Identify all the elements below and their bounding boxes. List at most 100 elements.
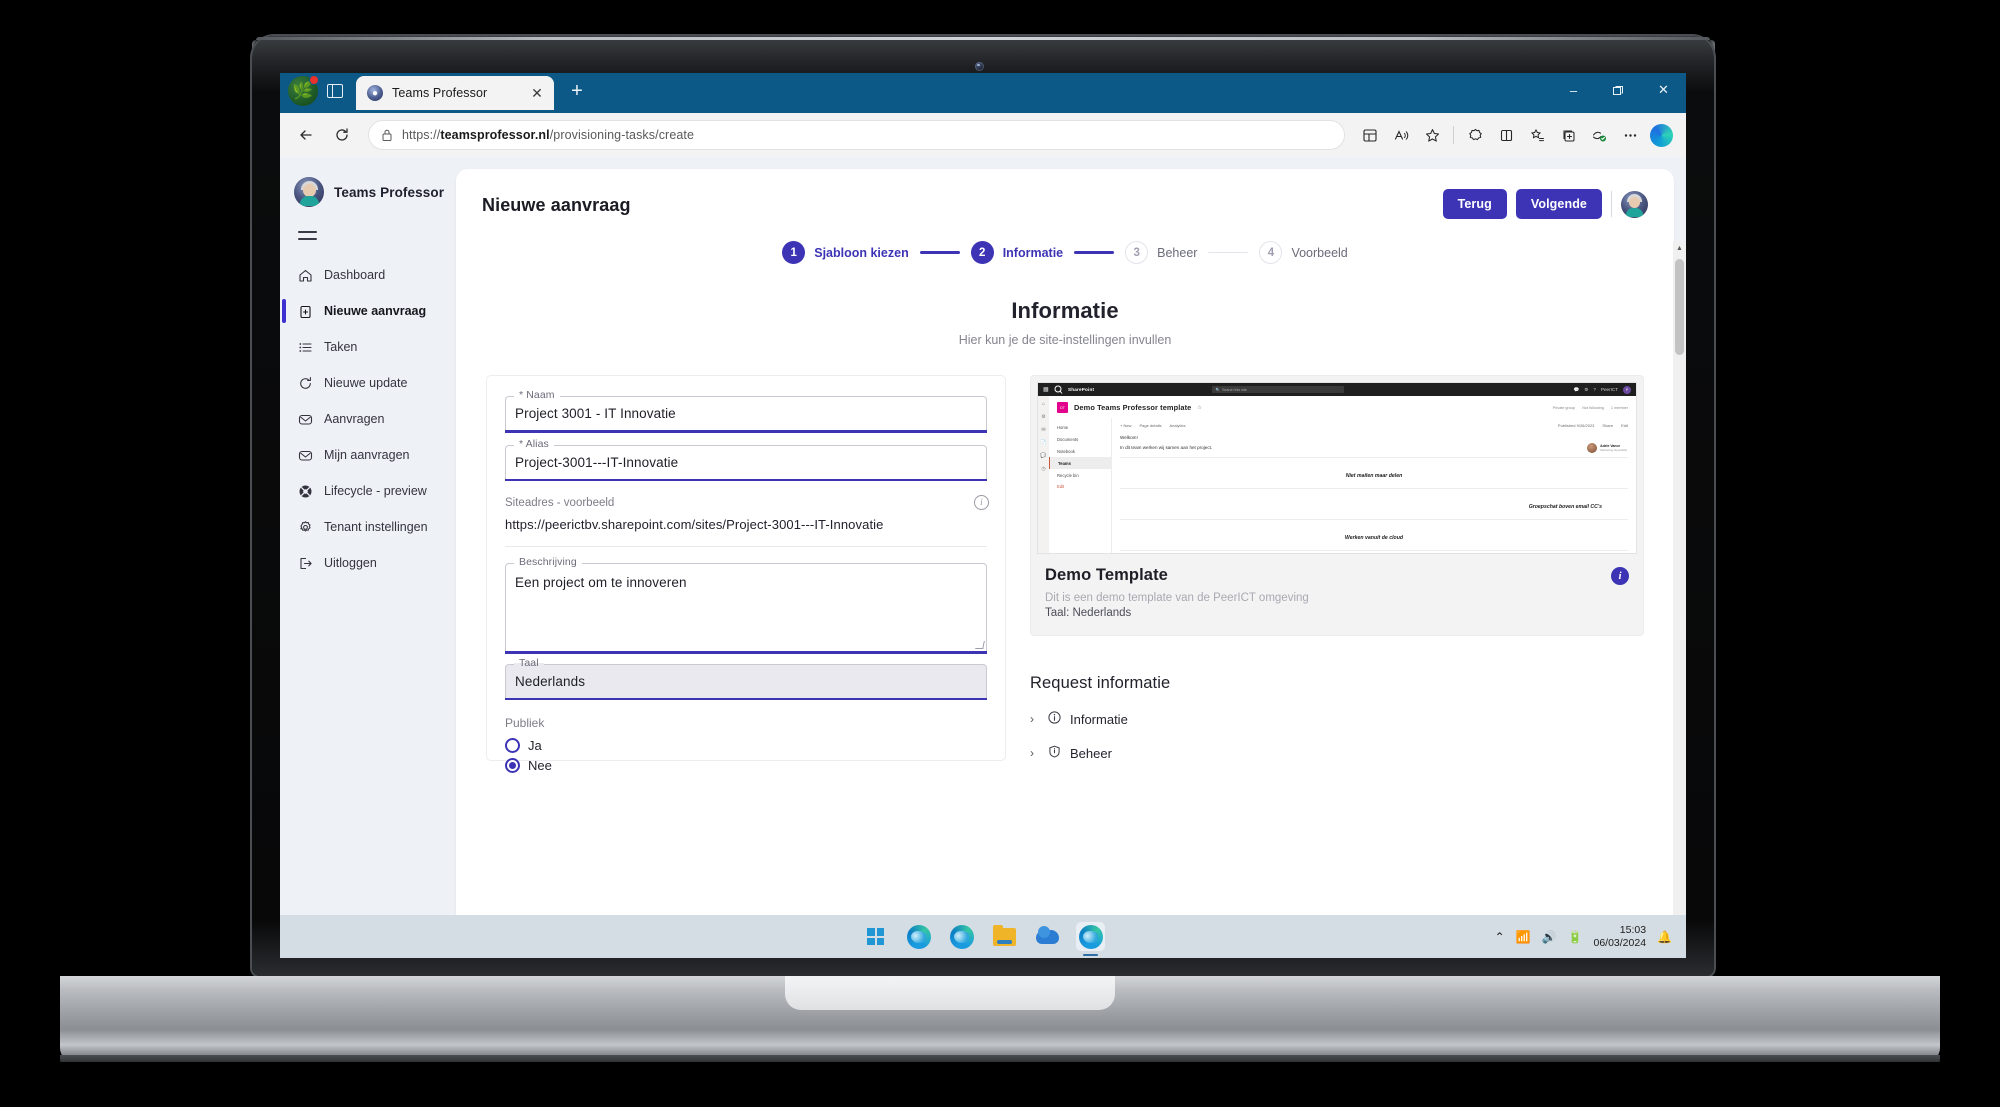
step-number: 3 (1125, 241, 1149, 264)
cmd-edit: Edit (1621, 423, 1628, 428)
split-screen-collections-icon[interactable] (1355, 120, 1385, 150)
logout-icon (298, 556, 313, 571)
radio-button-nee[interactable] (505, 758, 520, 773)
start-button[interactable] (861, 922, 890, 951)
template-info-icon[interactable]: i (1611, 567, 1629, 585)
step-1[interactable]: 1 Sjabloon kiezen (782, 241, 909, 264)
request-info-row-informatie[interactable]: › Informatie (1030, 711, 1644, 727)
tab-favicon: ● (367, 85, 383, 101)
beschrijving-textarea[interactable]: Een project om te innoveren (505, 563, 987, 651)
new-tab-button[interactable]: + (562, 77, 592, 107)
volume-icon[interactable]: 🔊 (1542, 930, 1557, 944)
next-step-button[interactable]: Volgende (1515, 189, 1602, 219)
publiek-option-ja[interactable]: Ja (505, 738, 987, 753)
clock[interactable]: 15:03 06/03/2024 (1593, 924, 1646, 950)
sidebar-item-lifecycle-preview[interactable]: Lifecycle - preview (280, 473, 452, 509)
taskbar-edge-work[interactable] (904, 922, 933, 951)
request-info-row-beheer[interactable]: › Beheer (1030, 745, 1644, 761)
step-4[interactable]: 4 Voorbeeld (1259, 241, 1348, 264)
scroll-up-arrow-icon[interactable]: ▲ (1673, 241, 1686, 256)
taskbar-edge-active[interactable] (1076, 922, 1105, 956)
sidebar-toggle-button[interactable] (280, 213, 452, 255)
info-circle-icon[interactable]: i (974, 495, 989, 510)
step-3[interactable]: 3 Beheer (1125, 241, 1197, 264)
back-button[interactable] (290, 119, 322, 151)
battery-icon[interactable]: 🔋 (1568, 930, 1583, 944)
taskbar-onedrive[interactable] (1033, 922, 1062, 951)
taskbar-edge[interactable] (947, 922, 976, 951)
favorite-star-icon[interactable] (1417, 120, 1447, 150)
browser-security-check-icon[interactable] (1584, 120, 1614, 150)
hamburger-line (298, 238, 317, 240)
template-card[interactable]: ▦ SharePoint 🔍 Search this site 💬 ⚙ ? Pe… (1030, 375, 1644, 636)
sidebar-item-taken[interactable]: Taken (280, 329, 452, 365)
search-icon: 🔍 (1215, 387, 1221, 392)
avatar-body (1626, 207, 1643, 217)
tab-actions-button[interactable] (320, 76, 350, 106)
read-aloud-icon[interactable] (1386, 120, 1416, 150)
beschrijving-value: Een project om te innoveren (515, 575, 687, 590)
title-bar-left-group: 🌿 ● Teams Professor ✕ + (280, 73, 592, 113)
taskbar-file-explorer[interactable] (990, 922, 1019, 951)
rail-mail-icon: ✉ (1041, 427, 1046, 433)
app-brand: Teams Professor (280, 171, 452, 213)
radio-button-ja[interactable] (505, 738, 520, 753)
tray-chevron-up-icon[interactable]: ⌃ (1495, 930, 1505, 944)
naam-field[interactable]: * Naam Project 3001 - IT Innovatie (505, 389, 987, 433)
browser-profile-button[interactable]: 🌿 (288, 74, 319, 106)
header-actions: Terug Volgende (1442, 189, 1648, 219)
step-connector (919, 251, 960, 254)
sidebar-item-nieuwe-update[interactable]: Nieuwe update (280, 365, 452, 401)
copilot-button[interactable] (1646, 120, 1676, 150)
split-screen-icon[interactable] (1491, 120, 1521, 150)
browser-essentials-icon[interactable] (1460, 120, 1490, 150)
sharepoint-site-area: DT Demo Teams Professor template ☆ Priva… (1049, 396, 1636, 553)
user-avatar[interactable] (1621, 190, 1648, 218)
sidebar-item-mijn-aanvragen[interactable]: Mijn aanvragen (280, 437, 452, 473)
collections-add-icon[interactable] (1553, 120, 1583, 150)
step-number: 1 (782, 241, 806, 264)
beschrijving-field[interactable]: Beschrijving Een project om te innoveren (505, 556, 987, 654)
taal-field[interactable]: Taal Nederlands (505, 656, 987, 700)
alias-input[interactable]: Project-3001---IT-Innovatie (505, 444, 987, 479)
chevron-right-icon: › (1030, 712, 1034, 726)
browser-settings-menu-icon[interactable] (1615, 120, 1645, 150)
resize-handle-icon[interactable] (975, 641, 985, 649)
alias-field[interactable]: * Alias Project-3001---IT-Innovatie (505, 437, 987, 481)
sidebar-item-nieuwe-aanvraag[interactable]: Nieuwe aanvraag (280, 293, 452, 329)
site-header-meta: Private group Not following 1 member (1553, 406, 1628, 410)
favorites-list-icon[interactable] (1522, 120, 1552, 150)
naam-input[interactable]: Project 3001 - IT Innovatie (505, 396, 987, 430)
close-tab-icon[interactable]: ✕ (528, 84, 546, 102)
notifications-icon[interactable]: 🔔 (1657, 930, 1672, 944)
sidebar-item-tenant-instellingen[interactable]: Tenant instellingen (280, 509, 452, 545)
request-info-label: Beheer (1070, 745, 1112, 761)
sidebar-item-dashboard[interactable]: Dashboard (280, 257, 452, 293)
wifi-icon[interactable]: 📶 (1516, 930, 1531, 944)
content-header: Nieuwe aanvraag Terug Volgende (482, 189, 1648, 219)
sidebar-item-aanvragen[interactable]: Aanvragen (280, 401, 452, 437)
onedrive-icon (1036, 925, 1059, 944)
publiek-option-nee[interactable]: Nee (505, 758, 987, 773)
scrollbar-thumb[interactable] (1675, 259, 1684, 355)
section-title: Informatie (1011, 298, 1119, 323)
taal-select[interactable]: Nederlands (505, 663, 987, 698)
sidebar-item-label: Dashboard (324, 268, 386, 282)
page-welcome-text: Welkom! (1120, 435, 1138, 440)
site-members: 1 member (1610, 405, 1628, 410)
address-bar[interactable]: https://teamsprofessor.nl/provisioning-t… (368, 120, 1345, 150)
page-scrollbar[interactable]: ▲ ▼ (1673, 241, 1686, 958)
site-privacy: Private group (1552, 405, 1576, 410)
back-step-button[interactable]: Terug (1442, 189, 1507, 219)
request-info-title: Request informatie (1030, 674, 1171, 692)
browser-tab[interactable]: ● Teams Professor ✕ (356, 76, 554, 110)
reload-button[interactable] (326, 119, 358, 151)
close-window-button[interactable]: ✕ (1641, 73, 1686, 107)
sidebar-item-label: Aanvragen (324, 412, 385, 426)
step-2[interactable]: 2 Informatie (970, 241, 1063, 264)
minimize-button[interactable]: – (1551, 73, 1596, 107)
sharepoint-command-bar: + New Page details Analytics Published 9… (1120, 423, 1628, 428)
maximize-restore-button[interactable] (1596, 73, 1641, 107)
sidebar-item-uitloggen[interactable]: Uitloggen (280, 545, 452, 581)
sharepoint-site-header: DT Demo Teams Professor template ☆ Priva… (1049, 396, 1636, 418)
